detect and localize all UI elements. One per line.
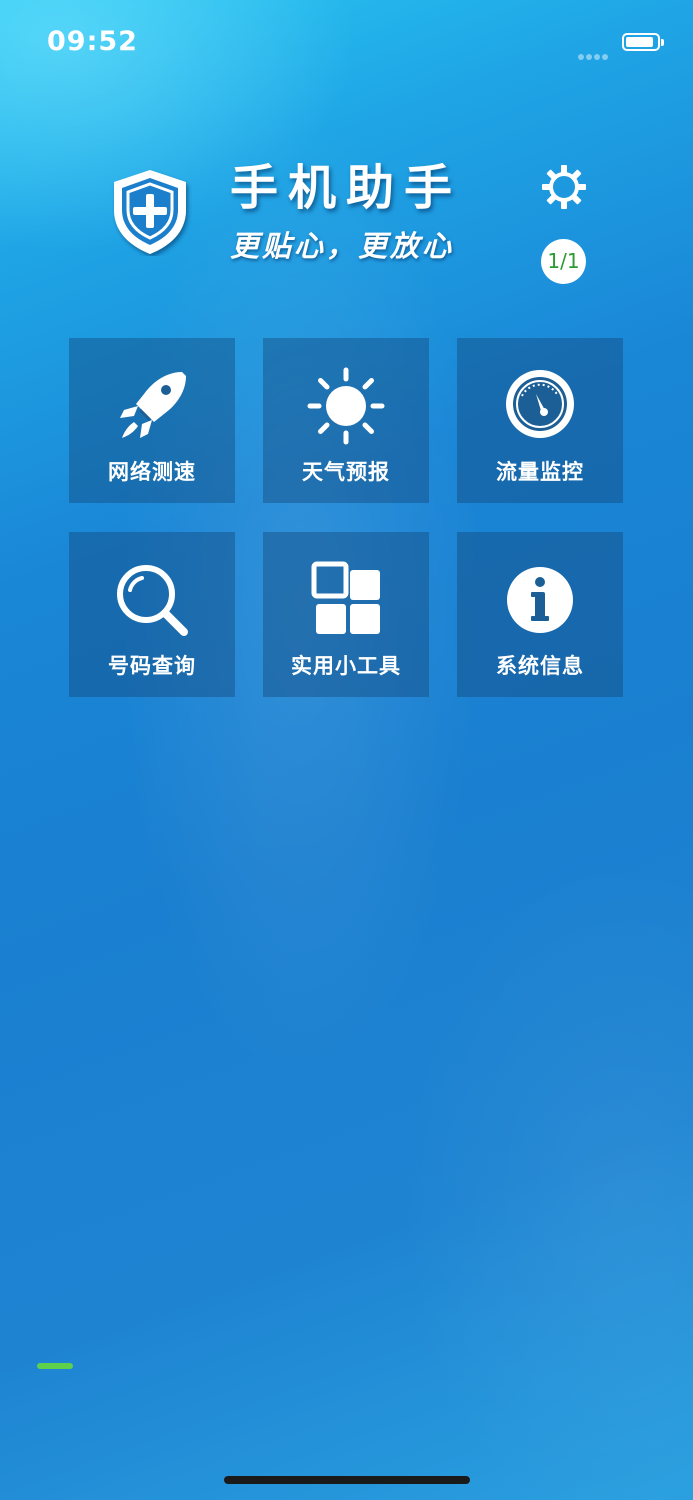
magnifier-icon <box>117 565 188 636</box>
loading-indicator <box>37 1363 73 1369</box>
status-time: 09:52 <box>47 26 138 57</box>
tile-weather-forecast[interactable]: 天气预报 <box>263 338 429 503</box>
sun-icon <box>307 367 385 445</box>
battery-level <box>626 37 653 47</box>
tile-system-info[interactable]: 系统信息 <box>457 532 623 697</box>
info-icon <box>507 567 573 633</box>
tile-network-speed-test[interactable]: 网络测速 <box>69 338 235 503</box>
rocket-icon <box>120 372 186 438</box>
tile-label: 号码查询 <box>108 654 196 678</box>
page-indicator-badge: 1/1 <box>541 239 586 284</box>
tile-label: 流量监控 <box>496 460 584 484</box>
status-bar: 09:52 <box>0 0 693 88</box>
signal-icon <box>578 45 614 60</box>
tile-number-lookup[interactable]: 号码查询 <box>69 532 235 697</box>
app-title: 手机助手 <box>230 160 463 216</box>
tile-utility-tools[interactable]: 实用小工具 <box>263 532 429 697</box>
gear-icon[interactable] <box>539 162 589 212</box>
shield-plus-icon <box>114 170 186 254</box>
tile-traffic-monitor[interactable]: 流量监控 <box>457 338 623 503</box>
background <box>0 0 693 1500</box>
app-slogan: 更贴心，更放心 <box>230 229 455 263</box>
tile-label: 实用小工具 <box>291 654 401 678</box>
tile-label: 天气预报 <box>302 460 390 484</box>
grid-tools-icon <box>311 561 380 634</box>
battery-cap <box>661 39 664 46</box>
battery-icon <box>622 33 660 51</box>
gauge-icon <box>506 370 574 438</box>
home-indicator[interactable] <box>224 1476 470 1484</box>
tile-label: 网络测速 <box>108 460 196 484</box>
tile-label: 系统信息 <box>496 654 584 678</box>
